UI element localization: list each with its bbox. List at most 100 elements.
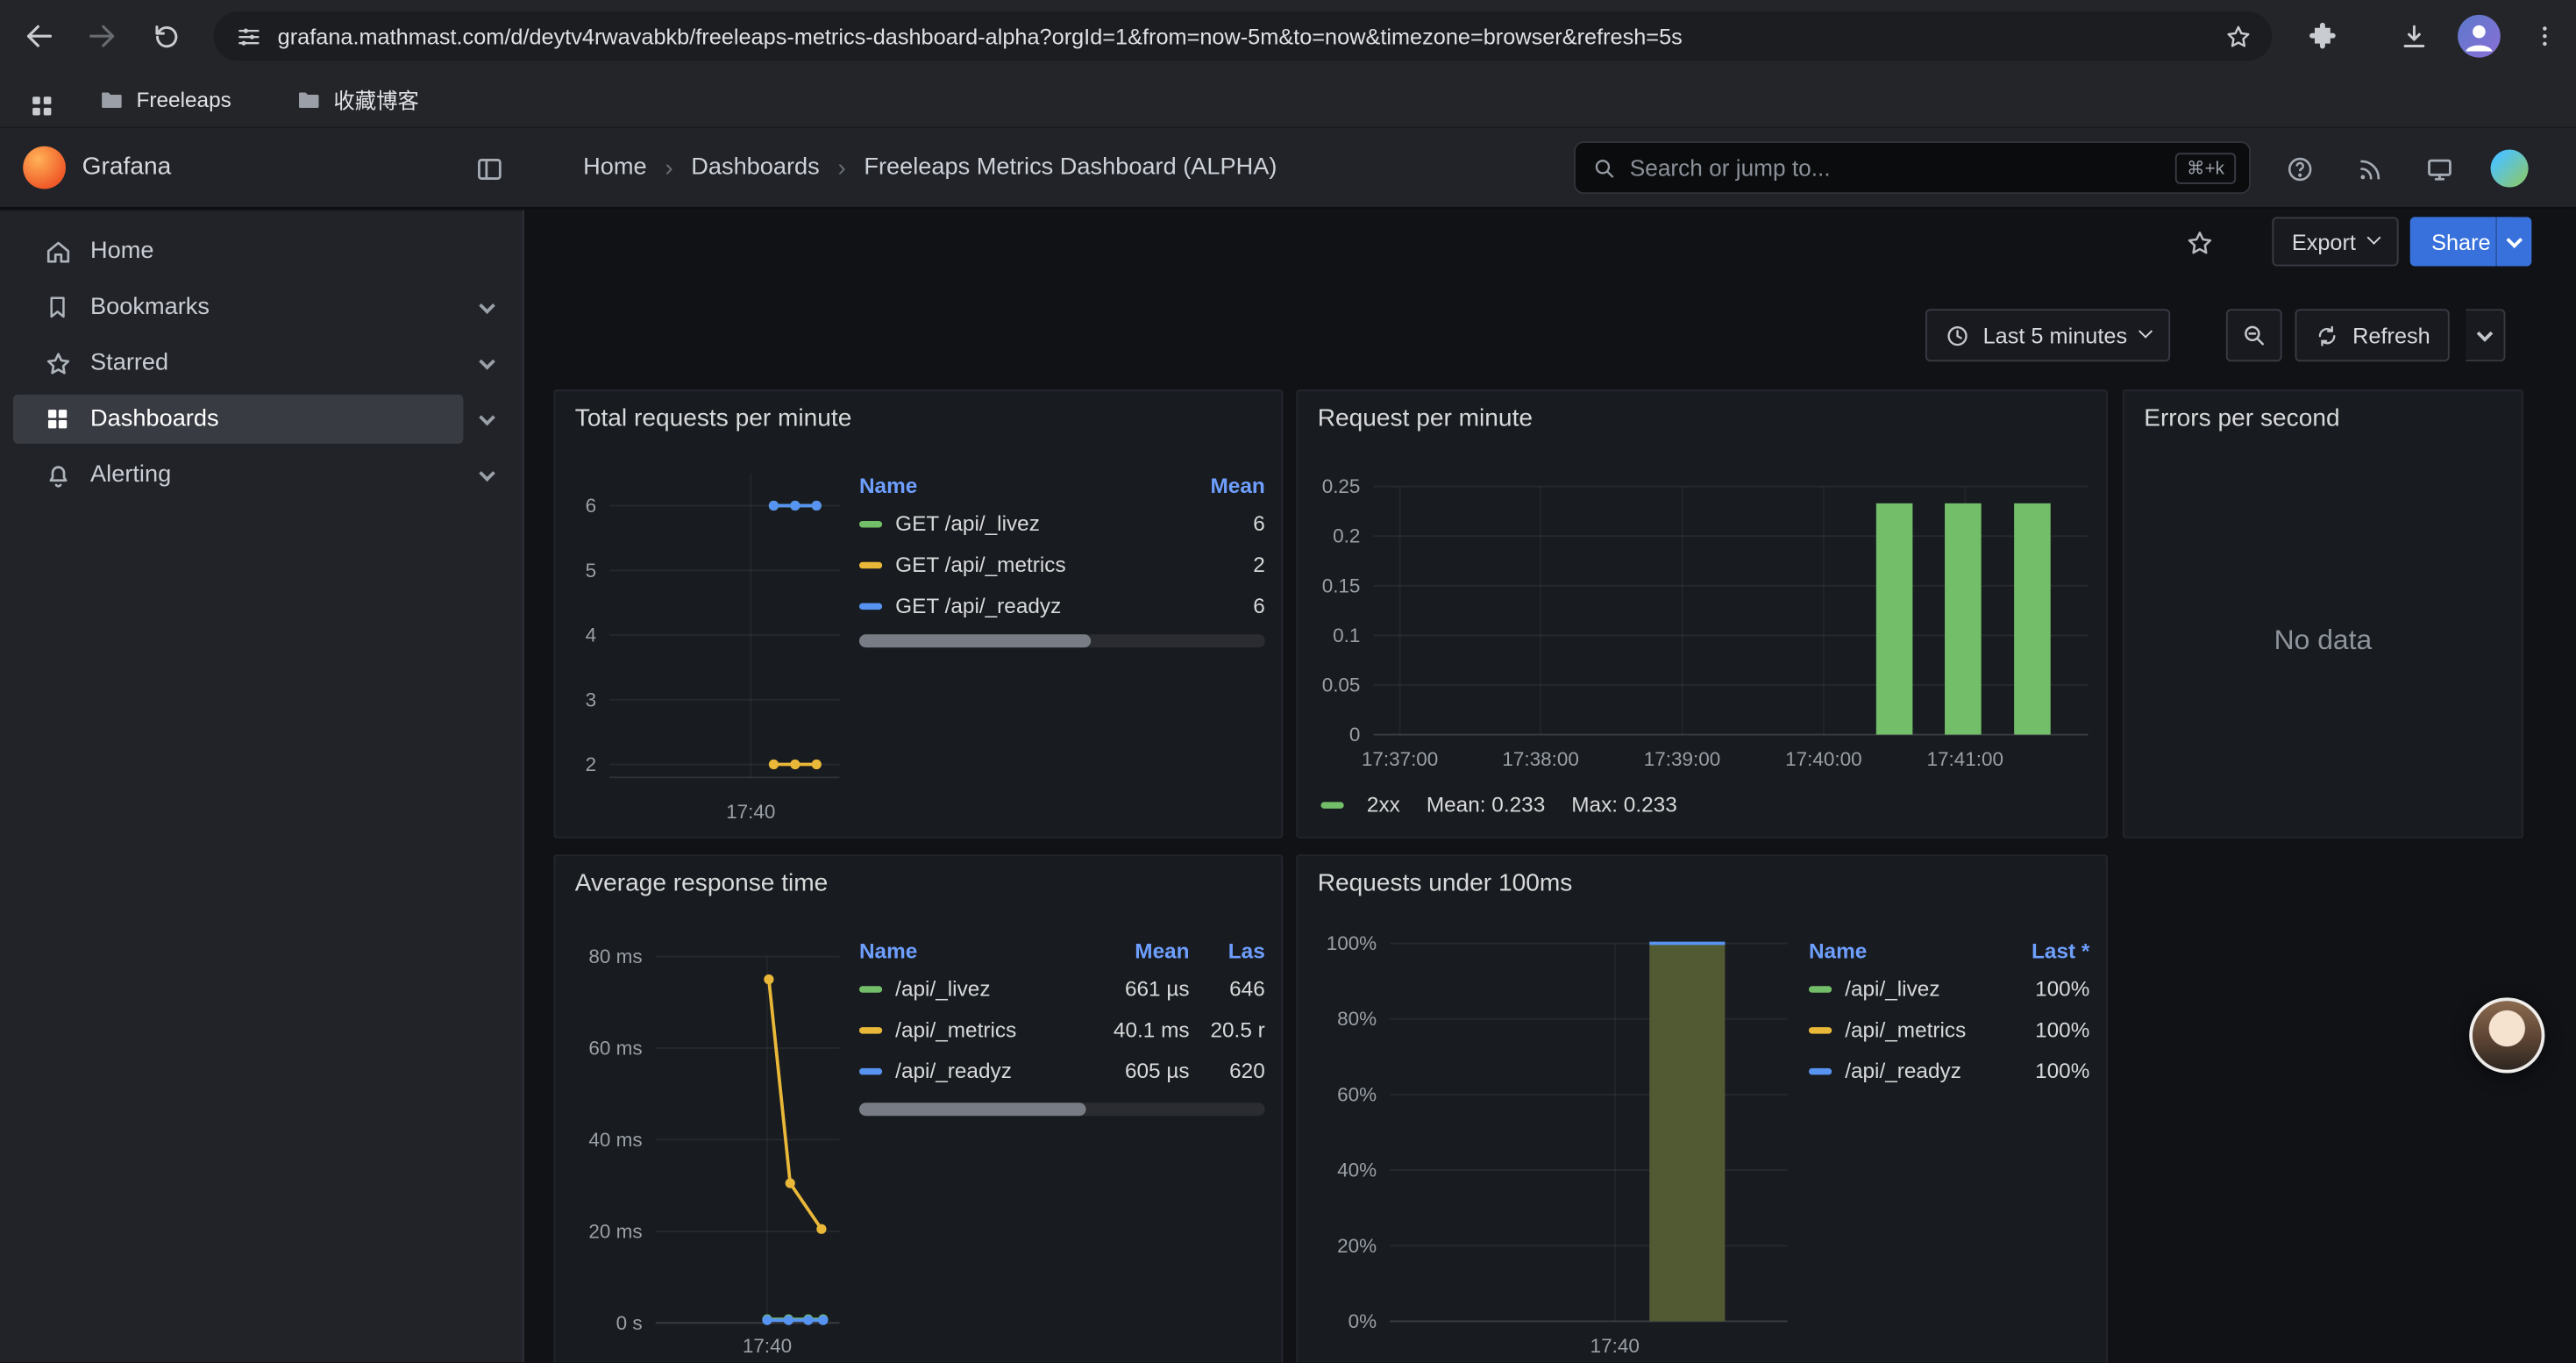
favorite-star-icon[interactable] (2185, 228, 2215, 258)
panel-title[interactable]: Average response time (575, 869, 829, 897)
kiosk-monitor-icon[interactable] (2423, 153, 2456, 185)
panel-title[interactable]: Errors per second (2144, 404, 2339, 432)
grafana-brand: Grafana (82, 128, 172, 207)
legend-table: NameMeanGET /api/_livez6GET /api/_metric… (859, 467, 1265, 626)
share-dropdown-button[interactable] (2495, 217, 2531, 266)
svg-text:0%: 0% (1348, 1310, 1377, 1332)
search-input[interactable] (1630, 154, 2175, 181)
breadcrumb-separator: › (665, 153, 672, 182)
bookmark-icon (45, 293, 73, 321)
user-avatar[interactable] (2491, 150, 2529, 188)
chevron-down-icon (2367, 231, 2381, 245)
panel-requests-under-100ms: Requests under 100ms 100%80%60%40%20%0%1… (1296, 854, 2108, 1362)
svg-text:17:41:00: 17:41:00 (1927, 748, 2003, 770)
breadcrumb: Home › Dashboards › Freeleaps Metrics Da… (583, 128, 1277, 207)
panel-request-per-minute: Request per minute 0.250.20.150.10.05017… (1296, 389, 2108, 838)
chevron-down-icon[interactable] (479, 465, 495, 482)
grafana-logo[interactable] (23, 146, 66, 189)
refresh-icon (2315, 323, 2339, 347)
folder-icon (295, 86, 322, 112)
svg-text:0.1: 0.1 (1333, 624, 1360, 646)
forward-icon[interactable] (82, 17, 122, 56)
url-input[interactable] (278, 24, 2224, 48)
breadcrumb-separator: › (837, 153, 845, 182)
chevron-down-icon[interactable] (479, 296, 495, 313)
news-icon[interactable] (2352, 153, 2385, 185)
floating-profile-avatar[interactable] (2469, 997, 2544, 1073)
breadcrumb-dashboards[interactable]: Dashboards (691, 154, 820, 181)
legend-table: NameLast */api/_livez100%/api/_metrics10… (1809, 931, 2089, 1091)
site-info-icon[interactable] (237, 24, 261, 48)
browser-profile-avatar[interactable] (2458, 15, 2501, 58)
chevron-down-icon (2506, 232, 2523, 248)
url-bar[interactable] (214, 11, 2273, 61)
svg-text:17:37:00: 17:37:00 (1362, 748, 1438, 770)
legend-table: NameMeanLas/api/_livez661 µs646/api/_met… (859, 931, 1265, 1091)
svg-text:0.15: 0.15 (1322, 574, 1361, 596)
reload-icon[interactable] (146, 17, 186, 56)
home-icon (45, 238, 73, 266)
download-icon[interactable] (2394, 17, 2433, 56)
panel-average-response-time: Average response time 80 ms 60 ms 40 ms 20 … (553, 854, 1283, 1362)
extensions-icon[interactable] (2303, 17, 2343, 56)
svg-text:80 ms: 80 ms (588, 946, 642, 967)
screen: Freeleaps 收藏博客 Grafana Home › Dashboards… (0, 0, 2576, 1362)
sidebar-item-home[interactable]: Home (0, 224, 523, 280)
request-per-minute-chart: 0.250.20.150.10.05017:37:0017:38:0017:39… (1311, 457, 2096, 786)
sidebar-toggle-icon[interactable] (473, 153, 506, 185)
panel-total-requests: Total requests per minute 6543217:40 Nam… (553, 389, 1283, 838)
refresh-button[interactable]: Refresh (2295, 309, 2451, 361)
legend-scrollbar[interactable] (859, 1103, 1265, 1116)
refresh-interval-dropdown[interactable] (2466, 309, 2505, 361)
bookmarks-bar: Freeleaps 收藏博客 (0, 72, 2576, 128)
svg-text:17:40: 17:40 (726, 801, 775, 823)
bookmark-freeleaps[interactable]: Freeleaps (98, 72, 231, 126)
svg-text:0.05: 0.05 (1322, 674, 1361, 696)
svg-text:2: 2 (586, 753, 597, 775)
sidebar-item-dashboards[interactable]: Dashboards (0, 391, 523, 447)
chevron-down-icon[interactable] (479, 353, 495, 369)
breadcrumb-home[interactable]: Home (583, 154, 646, 181)
sidebar-item-starred[interactable]: Starred (0, 335, 523, 391)
apps-grid-icon[interactable] (21, 85, 60, 125)
panel-title[interactable]: Requests under 100ms (1318, 869, 1573, 897)
dashboards-grid-icon (45, 405, 73, 433)
search-box[interactable]: ⌘+k (1574, 141, 2251, 194)
browser-menu-icon[interactable] (2525, 17, 2565, 56)
svg-text:3: 3 (586, 689, 597, 710)
clock-icon (1945, 323, 1969, 347)
requests-under-100ms-chart: 100%80%60%40%20%0%17:40 (1311, 929, 1804, 1363)
svg-text:0: 0 (1349, 724, 1361, 746)
bell-icon (45, 461, 73, 489)
bookmark-star-icon[interactable] (2224, 22, 2252, 50)
svg-text:40%: 40% (1337, 1160, 1377, 1181)
legend-scrollbar[interactable] (859, 634, 1265, 647)
chevron-down-icon (2138, 325, 2153, 339)
svg-text:0 s: 0 s (616, 1312, 643, 1334)
search-icon (1592, 155, 1617, 180)
sidebar-item-alerting[interactable]: Alerting (0, 447, 523, 503)
bookmark-favorites-blog[interactable]: 收藏博客 (295, 72, 419, 126)
average-response-chart: 80 ms60 ms40 ms20 ms0 s17:40 (568, 929, 850, 1363)
zoom-out-button[interactable] (2226, 309, 2282, 361)
svg-text:40 ms: 40 ms (588, 1129, 642, 1151)
help-icon[interactable] (2283, 153, 2316, 185)
sidebar-item-bookmarks[interactable]: Bookmarks (0, 280, 523, 336)
svg-text:17:38:00: 17:38:00 (1502, 748, 1578, 770)
svg-text:4: 4 (586, 624, 597, 646)
panel-title[interactable]: Total requests per minute (575, 404, 852, 432)
svg-text:60 ms: 60 ms (588, 1037, 642, 1059)
folder-icon (98, 86, 125, 112)
panel-title[interactable]: Request per minute (1318, 404, 1533, 432)
svg-text:20 ms: 20 ms (588, 1220, 642, 1242)
chevron-down-icon[interactable] (479, 409, 495, 425)
time-range-picker[interactable]: Last 5 minutes (1925, 309, 2170, 361)
star-icon (45, 349, 73, 377)
back-icon[interactable] (19, 17, 59, 56)
export-button[interactable]: Export (2272, 217, 2398, 266)
panel-errors-per-second: Errors per second No data (2123, 389, 2523, 838)
search-shortcut: ⌘+k (2175, 152, 2236, 183)
grafana-header: Grafana Home › Dashboards › Freeleaps Me… (0, 128, 2576, 209)
total-requests-chart: 6543217:40 (568, 457, 850, 838)
svg-text:17:39:00: 17:39:00 (1644, 748, 1720, 770)
